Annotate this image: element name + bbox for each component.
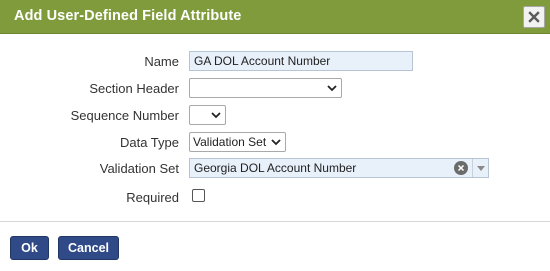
sequence-number-label: Sequence Number — [70, 108, 179, 123]
validation-set-row: Validation Set Georgia DOL Account Numbe… — [0, 158, 550, 180]
chevron-down-icon — [327, 84, 337, 92]
required-checkbox[interactable] — [192, 189, 205, 202]
validation-set-label: Validation Set — [99, 161, 179, 176]
dialog-title: Add User-Defined Field Attribute — [14, 8, 242, 24]
validation-set-value: Georgia DOL Account Number — [194, 161, 357, 175]
sequence-number-row: Sequence Number — [0, 105, 550, 127]
data-type-value: Validation Set — [193, 135, 267, 149]
dialog-titlebar: Add User-Defined Field Attribute — [0, 0, 550, 34]
chevron-down-icon — [271, 138, 281, 146]
validation-set-combobox[interactable]: Georgia DOL Account Number — [189, 158, 489, 178]
clear-icon[interactable] — [454, 161, 468, 175]
section-header-label: Section Header — [89, 81, 179, 96]
dropdown-arrow-icon[interactable] — [472, 159, 488, 177]
required-label: Required — [126, 190, 179, 205]
footer-divider — [0, 221, 550, 222]
section-header-select[interactable] — [189, 78, 342, 98]
ok-button[interactable]: Ok — [10, 236, 49, 260]
data-type-row: Data Type Validation Set — [0, 132, 550, 154]
sequence-number-select[interactable] — [189, 105, 226, 125]
name-input[interactable]: GA DOL Account Number — [189, 51, 413, 71]
chevron-down-icon — [211, 111, 221, 119]
cancel-button[interactable]: Cancel — [58, 236, 119, 260]
name-label: Name — [144, 54, 179, 69]
close-button[interactable] — [523, 6, 545, 28]
close-icon — [528, 11, 540, 23]
add-udf-attribute-dialog: Add User-Defined Field Attribute Name GA… — [0, 0, 550, 271]
section-header-row: Section Header — [0, 78, 550, 100]
name-row: Name GA DOL Account Number — [0, 51, 550, 73]
required-row: Required — [0, 187, 550, 209]
data-type-select[interactable]: Validation Set — [189, 132, 286, 152]
name-input-value: GA DOL Account Number — [194, 54, 331, 68]
data-type-label: Data Type — [119, 135, 179, 150]
